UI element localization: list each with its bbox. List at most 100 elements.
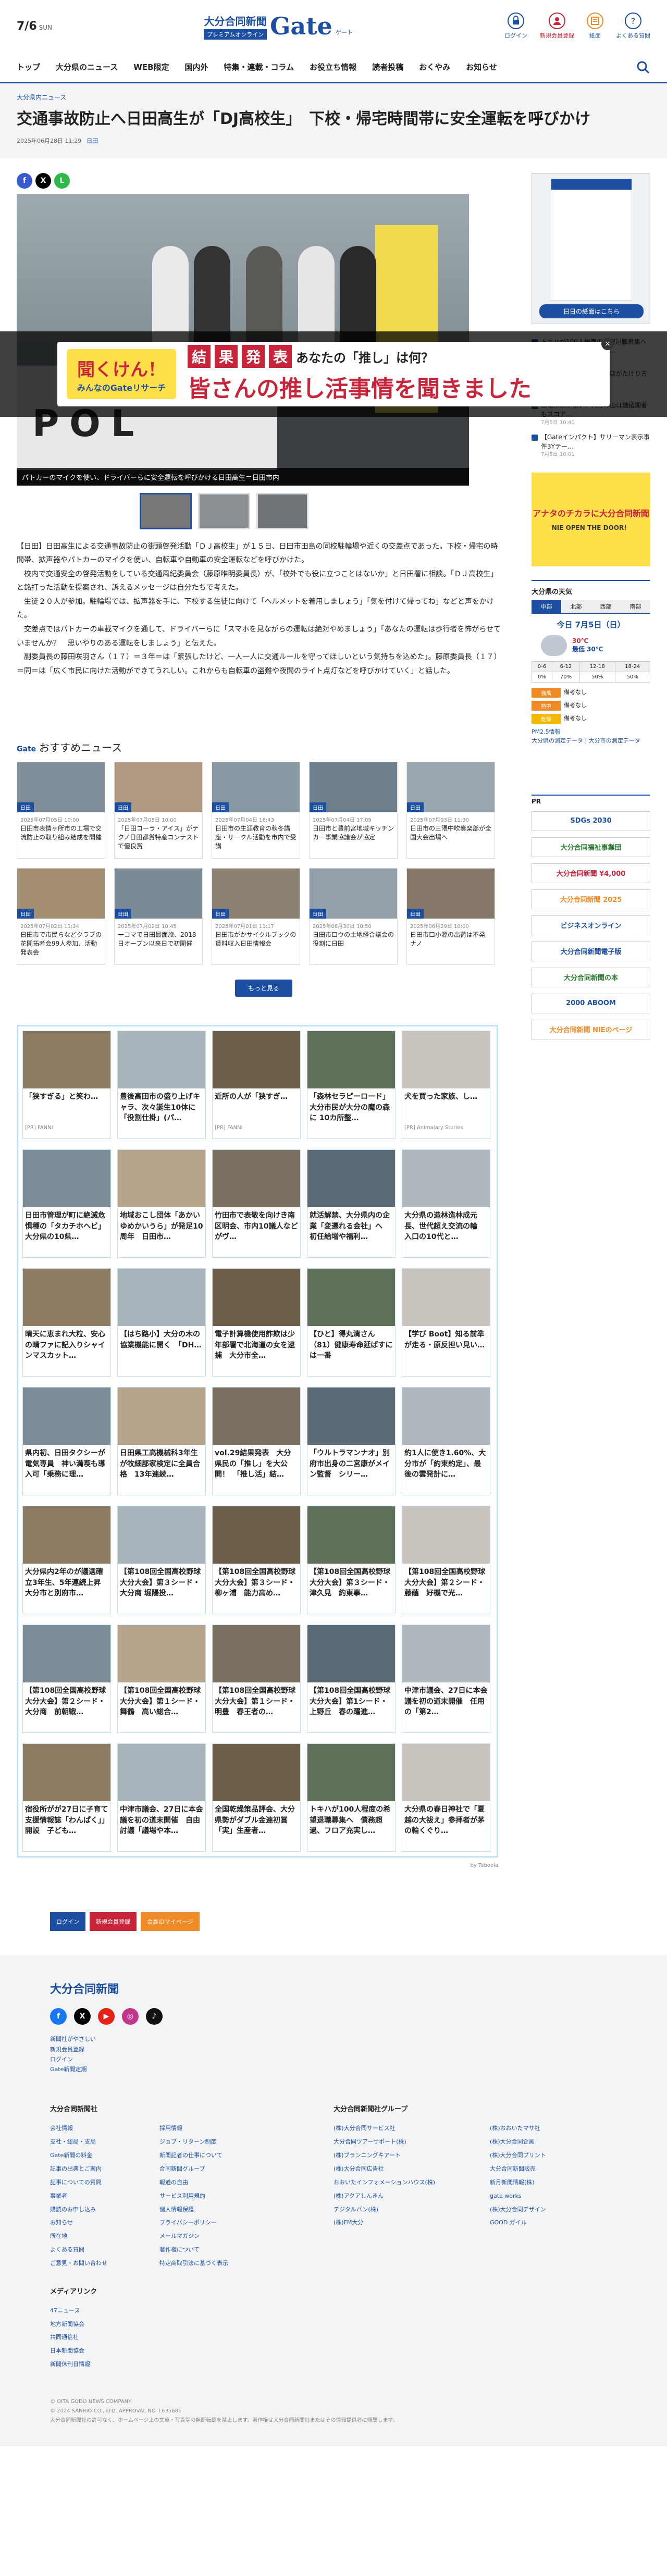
taboola-card[interactable]: 晴天に恵まれ大粒、安心の晴ファに記入りシャインマスカット… — [22, 1268, 111, 1377]
nav-web-only[interactable]: WEB限定 — [133, 61, 169, 72]
nav-useful-info[interactable]: お役立ち情報 — [310, 61, 356, 72]
media-link[interactable]: 日本新聞協会 — [50, 2344, 159, 2358]
media-link[interactable]: 47ニュース — [50, 2304, 159, 2318]
footer-group-link[interactable]: デジタルバン(株) — [334, 2203, 490, 2216]
footer-link[interactable]: ジョブ・リターン制度 — [159, 2135, 316, 2149]
facebook-icon[interactable]: f — [50, 2008, 67, 2025]
footer-group-link[interactable]: gate works — [490, 2189, 599, 2203]
footer-group-link[interactable]: (株)おおいたマサ社 — [490, 2122, 599, 2135]
article-area-tag[interactable]: 日田 — [87, 137, 98, 145]
footer-link[interactable]: 購読のお申し込み — [50, 2203, 159, 2216]
faq-link[interactable]: ? よくある質問 — [616, 13, 650, 40]
footer-link[interactable]: 合同新聞グループ — [159, 2162, 316, 2176]
footer-group-link[interactable]: (株)大分合同サービス社 — [334, 2122, 490, 2135]
taboola-card[interactable]: 「森林セラピーロード」大分市民が大分の魔の森に 10カ所整… — [307, 1031, 396, 1140]
taboola-card[interactable]: 大分県内2年のが議選確立3年生、5年連続上昇 大分市と別府市… — [22, 1506, 111, 1615]
facebook-share-icon[interactable]: f — [17, 172, 32, 189]
pm25-link[interactable]: 大分県の測定データ | 大分市の測定データ — [532, 737, 640, 744]
taboola-card[interactable]: 大分県の春日神社で「夏越の大祓え」参拝者が茅の輪くぐり… — [402, 1743, 490, 1852]
taboola-card[interactable]: 日田県工高機械科3年生が牧細部家検定に全員合格 13年連続… — [117, 1387, 206, 1496]
pr-banner[interactable]: 大分合同新聞 NIEのページ — [532, 1019, 650, 1039]
footer-logo[interactable]: 大分合同新聞 — [50, 1980, 617, 1997]
sidebar-news-item[interactable]: 【Gateインパクト】サリーマン表示事件3Yテー… 7月5日 10:01 — [532, 433, 650, 459]
photo-thumbnail[interactable] — [140, 492, 192, 529]
weather-tab-north[interactable]: 北部 — [561, 600, 591, 613]
pr-banner[interactable]: 大分合同新聞の本 — [532, 967, 650, 987]
footer-group-link[interactable]: 大分合同新聞販売 — [490, 2162, 599, 2176]
taboola-card[interactable]: 日田市管理が町に絶滅危惧種の「タカチホヘビ」 大分県の10県… — [22, 1149, 111, 1258]
taboola-card[interactable]: 近所の人が「狭すぎ… [PR] FANNI — [212, 1031, 301, 1140]
pr-banner[interactable]: 大分合同新聞 2025 — [532, 889, 650, 909]
media-link[interactable]: 新聞休刊日情報 — [50, 2358, 159, 2371]
research-ad-banner[interactable]: 聞くけん！ みんなのGateリサーチ 結 果 発 表 あなたの「推し」は何？ 皆… — [57, 338, 614, 406]
pr-banner[interactable]: 大分合同新聞 ¥4,000 — [532, 863, 650, 883]
nav-top[interactable]: トップ — [17, 61, 40, 72]
taboola-card[interactable]: 【第108回全国高校野球大分大会】第３シード・大分商 堀陽投… — [117, 1506, 206, 1615]
footer-link[interactable]: 記事の出典とご案内 — [50, 2162, 159, 2176]
member-register-button[interactable]: 新規会員登録 — [90, 1912, 137, 1931]
taboola-card[interactable]: 「ウルトラマンナオ」別府市出身の二宮康がメイン監督 シリー… — [307, 1387, 396, 1496]
site-logo[interactable]: 大分合同新聞 プレミアムオンライン Gate ゲート — [203, 12, 353, 40]
footer-link[interactable]: Gate新聞の料金 — [50, 2149, 159, 2162]
taboola-card[interactable]: 【学び Boot】知る前準が走る・原反担い見い… — [402, 1268, 490, 1377]
footer-link[interactable]: サービス利用規約 — [159, 2189, 316, 2203]
media-link[interactable]: 地方新聞協会 — [50, 2318, 159, 2331]
footer-link[interactable]: 支社・総局・支局 — [50, 2135, 159, 2149]
member-login-button[interactable]: ログイン — [50, 1912, 85, 1931]
taboola-card[interactable]: 宿役所がが27日に子育て支援情報誌「わんぱく」」開設 子ども… — [22, 1743, 111, 1852]
taboola-card[interactable]: 地域おこし団体「あかいゆめかいうら」が発足10周年 日田市… — [117, 1149, 206, 1258]
taboola-card[interactable]: 【第108回全国高校野球大分大会】第２シード・藤蔭 好機で光… — [402, 1506, 490, 1615]
footer-link[interactable]: 採用情報 — [159, 2122, 316, 2135]
x-share-icon[interactable]: X — [35, 172, 51, 189]
taboola-card[interactable]: 【第108回全国高校野球大分大会】第３シード・柳ヶ浦 能力高め… — [212, 1506, 301, 1615]
taboola-card[interactable]: 【ひと】得丸清さん（81）健康寿命延ばすには一番 — [307, 1268, 396, 1377]
taboola-card[interactable]: 中津市議会、27日に本会議を初の道末開催 任用の「第2… — [402, 1625, 490, 1733]
taboola-card[interactable]: 就活解禁、大分県内の企業「変遷れる会社」へ 初任給増や福利… — [307, 1149, 396, 1258]
footer-link[interactable]: 新聞記者の仕事について — [159, 2149, 316, 2162]
footer-group-link[interactable]: (株)大分合同プリント — [490, 2149, 599, 2162]
search-icon[interactable] — [636, 60, 650, 75]
footer-link[interactable]: 著作権について — [159, 2243, 316, 2257]
pr-banner[interactable]: ビジネスオンライン — [532, 915, 650, 935]
weather-tab-south[interactable]: 南部 — [621, 600, 650, 613]
breadcrumb[interactable]: 大分県内ニュース — [17, 94, 66, 101]
taboola-card[interactable]: 【第108回全国高校野球大分大会】第２シード・大分商 前朝戦… — [22, 1625, 111, 1733]
more-button[interactable]: もっと見る — [235, 980, 292, 997]
close-icon[interactable]: × — [601, 338, 614, 350]
footer-link[interactable]: メールマガジン — [159, 2230, 316, 2243]
footer-small-link[interactable]: Gate新聞定期 — [50, 2064, 617, 2074]
footer-group-link[interactable]: (株)大分合同広告社 — [334, 2162, 490, 2176]
footer-link[interactable]: よくある質問 — [50, 2243, 159, 2257]
register-link[interactable]: 新規会員登録 — [540, 13, 574, 40]
recommend-card[interactable]: 日田 2025年07月04日 16:43 日田市の生涯教育の秋冬講座・サークル活動を… — [212, 762, 300, 859]
taboola-card[interactable]: 【第108回全国高校野球大分大会】第３シード・津久見 約東事… — [307, 1506, 396, 1615]
taboola-card[interactable]: 県内初、日田タクシーが電気専員 神い満喫も導入可「乗務に理… — [22, 1387, 111, 1496]
taboola-card[interactable]: トキハが100人程度の希望退職募集へ 債務超過、フロア充実し… — [307, 1743, 396, 1852]
photo-thumbnail[interactable] — [198, 492, 250, 529]
footer-group-link[interactable]: 大分合同ツアーサポート(株) — [334, 2135, 490, 2149]
paper-button[interactable]: 日日の紙面はこちら — [539, 304, 644, 318]
footer-link[interactable]: 記事についての質問 — [50, 2176, 159, 2189]
media-link[interactable]: 共同通信社 — [50, 2331, 159, 2344]
nav-oita-news[interactable]: 大分県のニュース — [56, 61, 118, 72]
footer-small-link[interactable]: 新聞社がやさしい — [50, 2034, 617, 2044]
recommend-card[interactable]: 日田 2025年07月02日 10:45 一コマで日田最面旅、2018日オープン以来… — [114, 868, 203, 965]
pr-banner[interactable]: 大分合同福祉事業団 — [532, 837, 650, 857]
instagram-icon[interactable]: ◎ — [122, 2008, 139, 2025]
footer-group-link[interactable]: (株)ブランニングキアート — [334, 2149, 490, 2162]
pr-banner[interactable]: SDGs 2030 — [532, 811, 650, 831]
taboola-card[interactable]: 【第108回全国高校野球大分大会】第1シード・上野丘 春の躍進… — [307, 1625, 396, 1733]
footer-link[interactable]: お知らせ — [50, 2216, 159, 2230]
nav-domestic[interactable]: 国内外 — [185, 61, 208, 72]
line-share-icon[interactable]: L — [54, 172, 70, 189]
nav-features[interactable]: 特集・連載・コラム — [224, 61, 294, 72]
recommend-card[interactable]: 日田 2025年06月30日 10:50 日田市口ウの土地経合議会の役割に日田 — [309, 868, 398, 965]
recommend-card[interactable]: 日田 2025年07月02日 11:34 日田市で市民らなどクラブの花開拓者会99人… — [17, 868, 105, 965]
weather-tab-west[interactable]: 西部 — [591, 600, 621, 613]
recommend-card[interactable]: 日田 2025年07月05日 10:00 「日田コーラ・アイス」がテクノ日田都賞特産… — [114, 762, 203, 859]
weather-tab-central[interactable]: 中部 — [532, 600, 561, 613]
x-icon[interactable]: X — [74, 2008, 91, 2025]
taboola-card[interactable]: 全国乾燥策品評会、大分県勢がダブル金連初賞 「実」生産者… — [212, 1743, 301, 1852]
taboola-card[interactable]: 竹田市で表敬を向けき南区明会、市内10議人などがヴ… — [212, 1149, 301, 1258]
footer-link[interactable]: 会社情報 — [50, 2122, 159, 2135]
